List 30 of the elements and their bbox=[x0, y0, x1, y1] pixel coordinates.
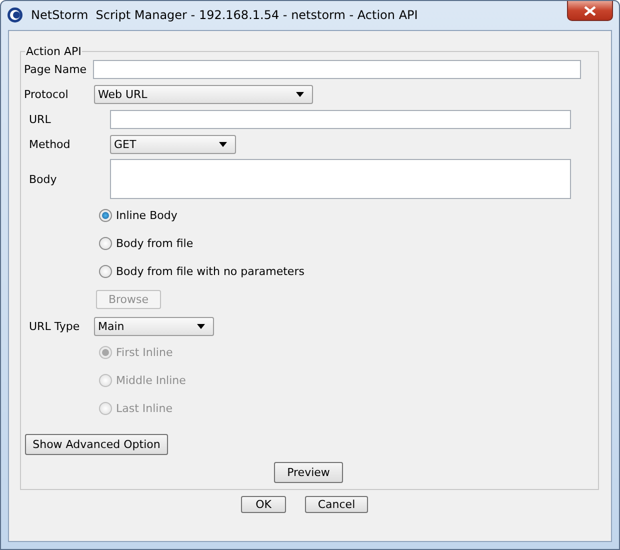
radio-button[interactable] bbox=[99, 264, 112, 278]
field-label: Body bbox=[29, 172, 58, 186]
caret-icon bbox=[197, 324, 205, 329]
radio-button[interactable] bbox=[99, 236, 112, 250]
page-name-field[interactable] bbox=[93, 60, 581, 79]
radio-button[interactable] bbox=[99, 208, 112, 222]
radio-option[interactable]: Inline Body bbox=[99, 208, 178, 222]
field-label: Protocol bbox=[24, 88, 70, 101]
field-label: URL Type bbox=[29, 320, 81, 333]
radio-option[interactable]: Body from file bbox=[99, 236, 194, 250]
radio-option[interactable]: Body from file with no parameters bbox=[99, 264, 304, 278]
close-button[interactable] bbox=[567, 1, 613, 21]
cancel-button[interactable]: Cancel bbox=[305, 496, 368, 513]
preview-button[interactable]: Preview bbox=[274, 462, 343, 483]
ok-button[interactable]: OK bbox=[241, 496, 286, 513]
method-dropdown[interactable]: GET bbox=[110, 135, 236, 154]
field-label: Method bbox=[29, 138, 72, 151]
group-title: Action API bbox=[25, 45, 82, 58]
show-advanced-button[interactable]: Show Advanced Option bbox=[25, 434, 168, 455]
window-title: NetStorm Script Manager - 192.168.1.54 - netstorm - Action API bbox=[31, 7, 418, 23]
caret-icon bbox=[296, 92, 304, 97]
url-type-dropdown[interactable]: Main bbox=[94, 317, 214, 336]
field-label: Page Name bbox=[24, 63, 88, 76]
close-icon bbox=[584, 6, 596, 16]
protocol-dropdown[interactable]: Web URL bbox=[94, 85, 313, 104]
body-field[interactable] bbox=[110, 159, 571, 199]
caret-icon bbox=[219, 142, 227, 147]
app-logo-icon bbox=[7, 7, 23, 23]
field-label: URL bbox=[29, 113, 52, 126]
url-field[interactable] bbox=[110, 110, 571, 129]
